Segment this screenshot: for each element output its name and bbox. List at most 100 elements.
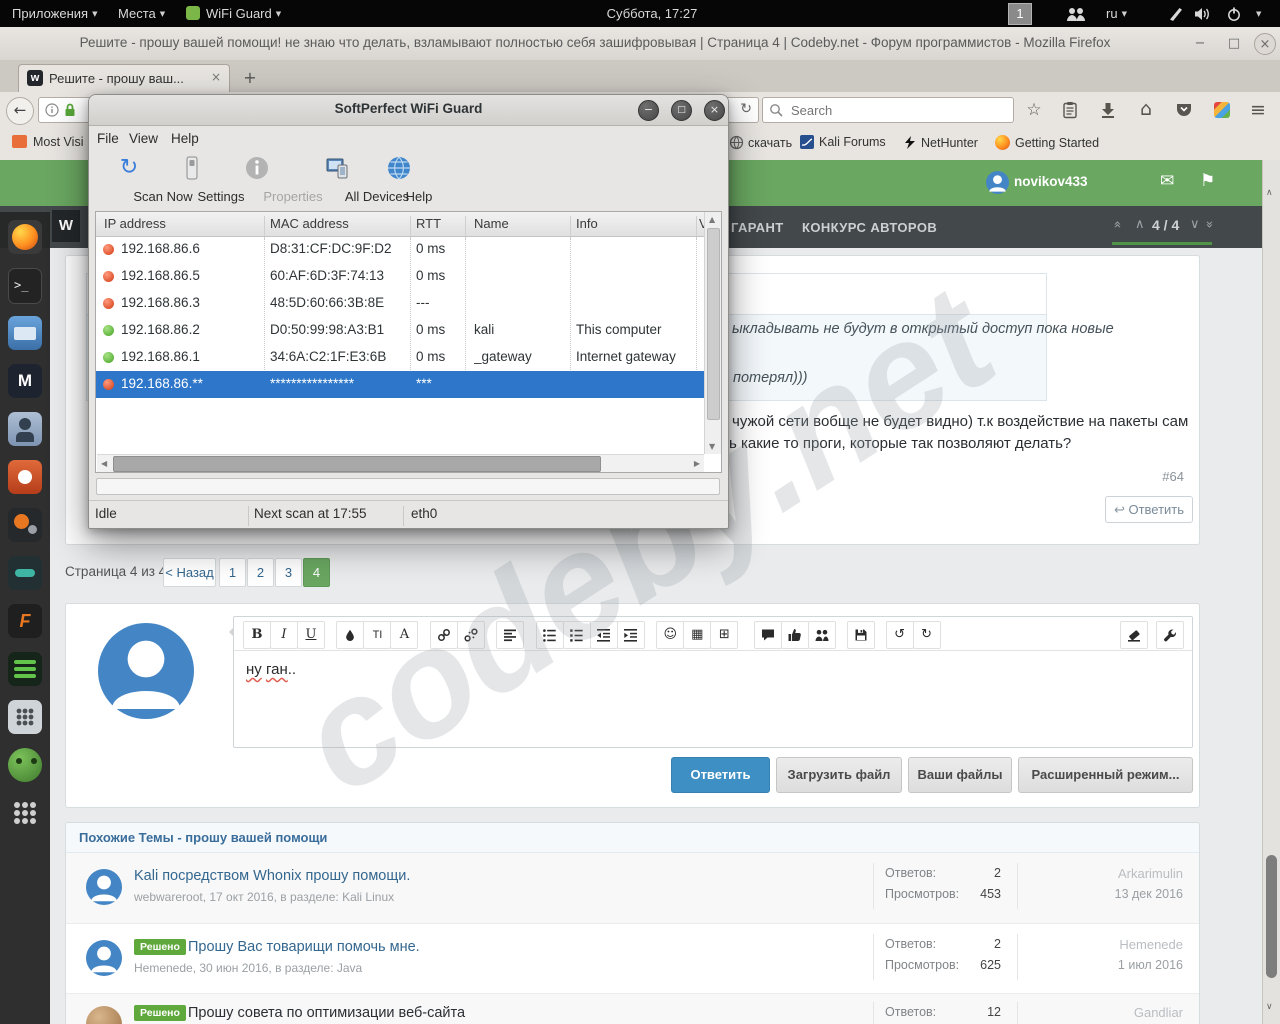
your-files-button[interactable]: Ваши файлы — [908, 757, 1012, 793]
maximize-button[interactable]: □ — [1224, 33, 1244, 53]
scan-now-button[interactable]: ↻ Scan Now — [95, 153, 193, 207]
page-4-button[interactable]: 4 — [303, 558, 330, 587]
bookmark-nethunter[interactable]: NetHunter — [903, 135, 978, 153]
insert-icon[interactable]: ⊞ — [710, 621, 739, 649]
device-row[interactable]: 192.168.86.3 48:5D:60:66:3B:8E --- — [96, 290, 705, 317]
keyboard-layout[interactable]: ru ▼ — [1106, 0, 1127, 27]
menu-file[interactable]: File — [97, 125, 119, 153]
all-devices-button[interactable]: All Devices — [299, 153, 409, 207]
font-family-icon[interactable]: A — [390, 621, 419, 649]
thread-row[interactable]: Kali посредством Whonix прошу помощи. we… — [66, 853, 1199, 923]
col-mac[interactable]: MAC address — [270, 216, 349, 231]
undo-icon[interactable]: ↺ — [885, 621, 914, 649]
bookmark-kali-forums[interactable]: Kali Forums — [800, 135, 886, 153]
bullet-list-icon[interactable] — [535, 621, 564, 649]
scroll-down-icon[interactable]: ∨ — [1266, 1002, 1273, 1012]
thread-title[interactable]: Kali посредством Whonix прошу помощи. — [134, 868, 410, 884]
tab-close-icon[interactable]: × — [211, 70, 221, 84]
search-input[interactable] — [789, 100, 1003, 120]
similar-threads-title[interactable]: Похожие Темы - прошу вашей помощи — [79, 830, 327, 845]
bold-icon[interactable]: B — [243, 621, 271, 649]
italic-icon[interactable]: I — [270, 621, 298, 649]
alerts-flag-icon[interactable]: ⚑ — [1200, 171, 1215, 191]
places-menu[interactable]: Места ▼ — [118, 0, 165, 27]
advanced-mode-button[interactable]: Расширенный режим... — [1018, 757, 1193, 793]
editor-text[interactable]: ну ган.. — [246, 661, 296, 678]
users-icon[interactable] — [1066, 6, 1086, 22]
menu-icon[interactable]: ≡ — [1246, 99, 1270, 121]
last-poster[interactable]: Arkarimulin — [1043, 866, 1183, 881]
col-rtt[interactable]: RTT — [416, 216, 441, 231]
reading-list-icon[interactable] — [1058, 99, 1082, 121]
menu-view[interactable]: View — [129, 125, 158, 153]
first-page-icon[interactable]: « — [1109, 221, 1124, 229]
browser-scrollbar[interactable]: ∧ ∨ — [1262, 160, 1280, 1024]
dock-burpsuite-icon[interactable] — [8, 508, 42, 542]
new-tab-button[interactable]: + — [238, 68, 262, 88]
page-2-button[interactable]: 2 — [247, 558, 274, 587]
thread-row[interactable]: Решено Прошу совета по оптимизации веб-с… — [66, 993, 1199, 1024]
last-poster[interactable]: Gandliar — [1043, 1005, 1183, 1020]
upload-file-button[interactable]: Загрузить файл — [776, 757, 902, 793]
power-icon[interactable] — [1226, 6, 1242, 22]
thread-title[interactable]: Прошу совета по оптимизации веб-сайта — [188, 1005, 465, 1021]
help-button[interactable]: Help — [379, 153, 432, 207]
dock-maltego-icon[interactable]: M — [8, 364, 42, 398]
text-color-icon[interactable] — [336, 621, 365, 649]
smiley-icon[interactable]: ☺ — [656, 621, 685, 649]
thread-row[interactable]: Решено Прошу Вас товарищи помочь мне. He… — [66, 923, 1199, 994]
username[interactable]: novikov433 — [1014, 174, 1088, 189]
system-menu-chevron[interactable]: ▼ — [1252, 0, 1261, 27]
dock-faraday-icon[interactable] — [8, 460, 42, 494]
prev-page-button[interactable]: < Назад — [163, 558, 216, 587]
numbered-list-icon[interactable] — [562, 621, 591, 649]
bookmark-most-visited[interactable]: Most Visi — [12, 135, 83, 153]
scroll-up-icon[interactable]: ∧ — [1266, 188, 1273, 198]
thread-avatar[interactable] — [86, 1006, 122, 1024]
addon-icon[interactable] — [1210, 99, 1234, 121]
quote-bubble-icon[interactable] — [753, 621, 782, 649]
minimize-button[interactable]: − — [638, 100, 659, 121]
device-row[interactable]: 192.168.86.6 D8:31:CF:DC:9F:D2 0 ms — [96, 236, 705, 263]
col-ip[interactable]: IP address — [104, 216, 166, 231]
dock-files-icon[interactable] — [8, 316, 42, 350]
last-poster[interactable]: Hemenede — [1043, 937, 1183, 952]
next-page-icon[interactable]: ∨ — [1190, 217, 1200, 232]
prev-page-icon[interactable]: ∧ — [1135, 217, 1145, 232]
scroll-left-icon[interactable]: ◀ — [101, 459, 107, 468]
menu-help[interactable]: Help — [171, 125, 199, 153]
dock-zenmap-icon[interactable] — [8, 556, 42, 590]
table-vertical-scrollbar[interactable]: ▲ ▼ — [704, 212, 721, 454]
last-page-icon[interactable]: » — [1201, 221, 1216, 229]
font-size-icon[interactable]: TI — [363, 621, 392, 649]
applications-menu[interactable]: Приложения ▼ — [12, 0, 97, 27]
pocket-icon[interactable] — [1172, 99, 1196, 121]
align-icon[interactable] — [496, 621, 525, 649]
table-header[interactable]: IP address MAC address RTT Name Info V — [96, 212, 708, 240]
downloads-icon[interactable] — [1096, 99, 1120, 121]
home-icon[interactable]: ⌂ — [1134, 99, 1158, 121]
maximize-button[interactable]: □ — [671, 100, 692, 121]
pen-icon[interactable] — [1168, 6, 1184, 22]
link-icon[interactable] — [429, 621, 458, 649]
scrollbar-thumb[interactable] — [707, 228, 720, 420]
device-row[interactable]: 192.168.86.5 60:AF:6D:3F:74:13 0 ms — [96, 263, 705, 290]
page-1-button[interactable]: 1 — [219, 558, 246, 587]
scrollbar-thumb[interactable] — [1266, 855, 1277, 978]
dock-calculator-icon[interactable] — [8, 700, 42, 734]
dock-armitage-icon[interactable] — [8, 412, 42, 446]
group-icon[interactable] — [807, 621, 836, 649]
page-3-button[interactable]: 3 — [275, 558, 302, 587]
reload-icon[interactable]: ↻ — [740, 101, 752, 117]
redo-icon[interactable]: ↻ — [912, 621, 941, 649]
thread-avatar[interactable] — [86, 940, 122, 976]
wifi-guard-titlebar[interactable]: SoftPerfect WiFi Guard − □ × — [89, 95, 728, 126]
back-button[interactable]: ← — [6, 97, 34, 125]
indent-icon[interactable] — [616, 621, 645, 649]
device-row[interactable]: 192.168.86.1 34:6A:C2:1F:E3:6B 0 ms _gatew… — [96, 344, 705, 371]
thread-title[interactable]: Прошу Вас товарищи помочь мне. — [188, 939, 420, 955]
save-draft-icon[interactable] — [847, 621, 876, 649]
device-row[interactable]: 192.168.86.2 D0:50:99:98:A3:B1 0 ms kali T… — [96, 317, 705, 344]
outdent-icon[interactable] — [589, 621, 618, 649]
bookmark-getting-started[interactable]: Getting Started — [995, 135, 1099, 153]
